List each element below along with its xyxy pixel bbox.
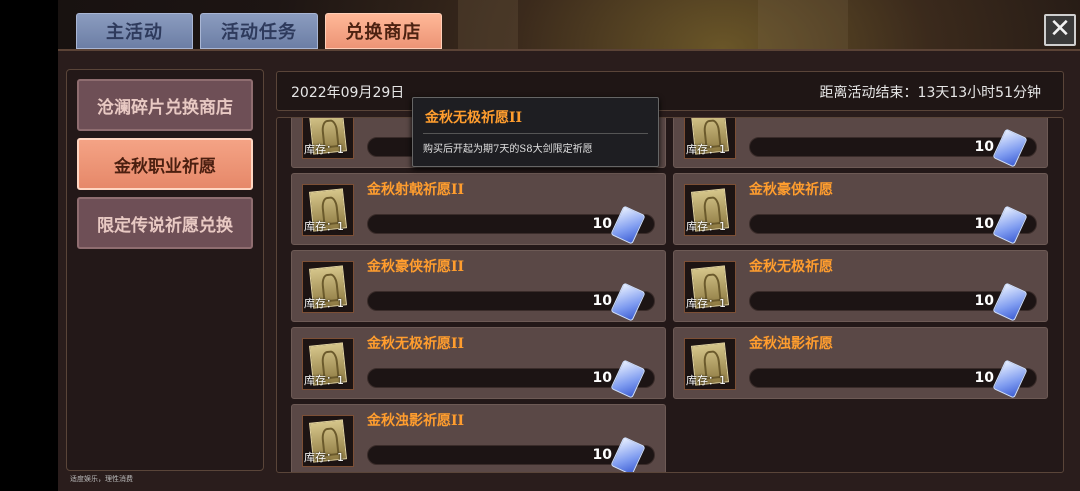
item-stock: 库存：1 [304,374,344,387]
close-button[interactable]: ✕ [1044,14,1076,46]
item-thumbnail: 库存：1 [302,118,354,159]
item-name: 金秋豪侠祈愿II [367,259,465,275]
crystal-currency-icon [992,282,1028,322]
shop-item[interactable]: 库存：1 金秋浊影祈愿II 10 [291,404,666,472]
item-name: 金秋射戟祈愿II [367,182,465,198]
item-price: 10 [974,216,994,232]
item-name: 金秋豪侠祈愿 [749,182,833,198]
item-stock: 库存：1 [304,143,344,156]
item-stock: 库存：1 [686,143,726,156]
tooltip-divider [423,133,648,134]
buy-button[interactable]: 10 [749,359,1037,399]
item-thumbnail: 库存：1 [684,184,736,236]
item-stock: 库存：1 [686,297,726,310]
item-name: 金秋无极祈愿 [749,259,833,275]
shop-item[interactable]: 库存：1 10 [673,118,1048,168]
sidebar: 沧澜碎片兑换商店 金秋职业祈愿 限定传说祈愿兑换 [66,69,264,471]
buy-button[interactable]: 10 [749,128,1037,168]
buy-button[interactable]: 10 [367,436,655,472]
crystal-currency-icon [610,359,646,399]
item-thumbnail: 库存：1 [684,338,736,390]
buy-button[interactable]: 10 [367,205,655,245]
shop-item[interactable]: 库存：1 金秋浊影祈愿 10 [673,327,1048,399]
tooltip-description: 购买后开起为期7天的S8大剑限定祈愿 [423,144,593,155]
sidebar-item-canglan-shop[interactable]: 沧澜碎片兑换商店 [77,79,253,131]
background-decoration [458,0,518,50]
tab-main-activity[interactable]: 主活动 [76,13,193,49]
item-thumbnail: 库存：1 [302,261,354,313]
item-thumbnail: 库存：1 [684,261,736,313]
item-price: 10 [974,370,994,386]
tab-exchange-shop[interactable]: 兑换商店 [325,13,442,49]
crystal-currency-icon [610,282,646,322]
crystal-currency-icon [992,359,1028,399]
tab-activity-tasks[interactable]: 活动任务 [200,13,318,49]
tooltip-title: 金秋无极祈愿II [425,110,523,126]
item-thumbnail: 库存：1 [684,118,736,159]
item-name: 金秋浊影祈愿II [367,413,465,429]
background-decoration [758,0,848,50]
item-thumbnail: 库存：1 [302,184,354,236]
shop-item[interactable]: 库存：1 金秋豪侠祈愿II 10 [291,250,666,322]
shop-item[interactable]: 库存：1 金秋射戟祈愿II 10 [291,173,666,245]
event-countdown: 距离活动结束：13天13小时51分钟 [819,85,1041,101]
game-window: 主活动 活动任务 兑换商店 ✕ 沧澜碎片兑换商店 金秋职业祈愿 限定传说祈愿兑换… [58,0,1080,491]
crystal-currency-icon [610,436,646,472]
buy-button[interactable]: 10 [749,282,1037,322]
item-price: 10 [592,370,612,386]
item-stock: 库存：1 [304,297,344,310]
buy-button[interactable]: 10 [367,282,655,322]
crystal-currency-icon [610,205,646,245]
item-grid[interactable]: 库存：1 10 库存：1 10 库存：1 金秋射戟祈愿II 10 库存：1 金秋… [276,117,1064,473]
shop-item[interactable]: 库存：1 金秋无极祈愿II 10 [291,327,666,399]
footnote: 适度娱乐，理性消费 [70,475,133,483]
item-tooltip: 金秋无极祈愿II 购买后开起为期7天的S8大剑限定祈愿 [412,97,659,167]
buy-button[interactable]: 10 [749,205,1037,245]
item-price: 10 [592,216,612,232]
item-thumbnail: 库存：1 [302,415,354,467]
item-stock: 库存：1 [304,220,344,233]
item-stock: 库存：1 [304,451,344,464]
buy-button[interactable]: 10 [367,359,655,399]
item-thumbnail: 库存：1 [302,338,354,390]
main-panel: 沧澜碎片兑换商店 金秋职业祈愿 限定传说祈愿兑换 适度娱乐，理性消费 2022年… [58,49,1080,491]
event-date: 2022年09月29日 [291,85,405,101]
sidebar-item-autumn-wish[interactable]: 金秋职业祈愿 [77,138,253,190]
item-stock: 库存：1 [686,220,726,233]
crystal-currency-icon [992,128,1028,168]
item-stock: 库存：1 [686,374,726,387]
shop-item[interactable]: 库存：1 金秋无极祈愿 10 [673,250,1048,322]
item-price: 10 [974,293,994,309]
item-price: 10 [592,293,612,309]
sidebar-item-legend-exchange[interactable]: 限定传说祈愿兑换 [77,197,253,249]
crystal-currency-icon [992,205,1028,245]
item-name: 金秋无极祈愿II [367,336,465,352]
close-icon: ✕ [1049,14,1071,44]
info-bar: 2022年09月29日 距离活动结束：13天13小时51分钟 [276,71,1064,111]
item-price: 10 [974,139,994,155]
shop-item[interactable]: 库存：1 金秋豪侠祈愿 10 [673,173,1048,245]
item-name: 金秋浊影祈愿 [749,336,833,352]
item-price: 10 [592,447,612,463]
